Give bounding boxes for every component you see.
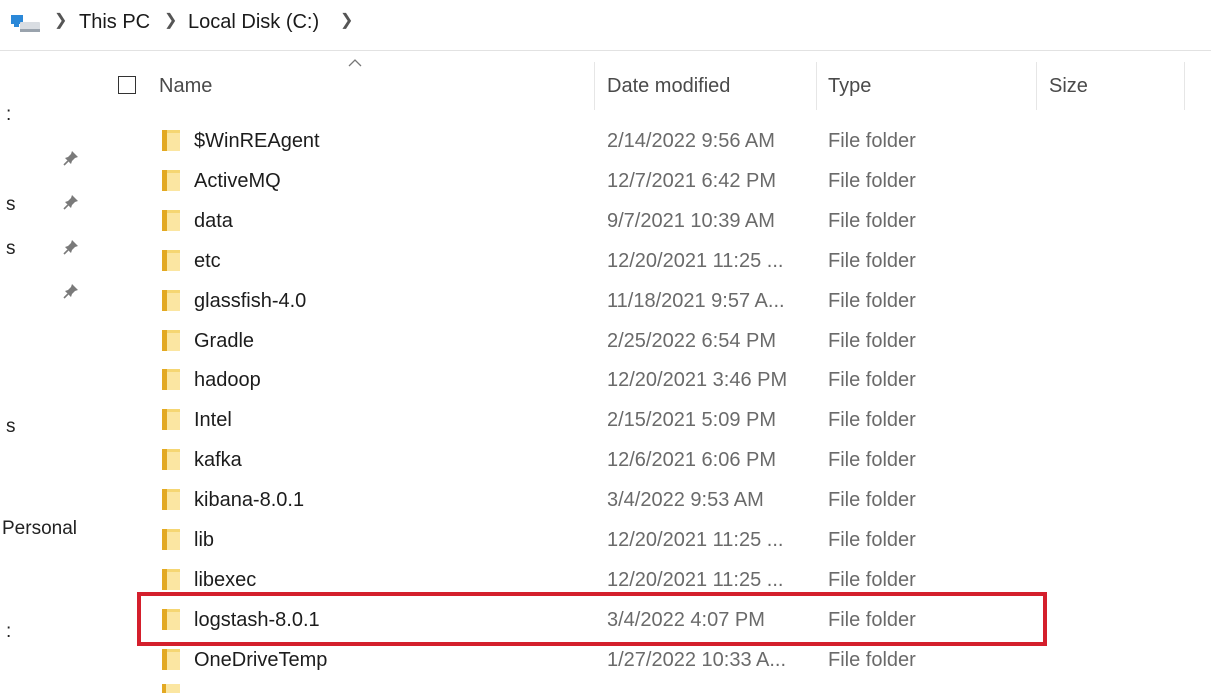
column-header-size[interactable]: Size: [1049, 75, 1088, 98]
file-row[interactable]: Intel 2/15/2021 5:09 PM File folder: [0, 401, 1211, 441]
folder-icon: [162, 568, 180, 590]
folder-icon: [162, 529, 180, 550]
file-type: File folder: [828, 608, 916, 631]
file-row[interactable]: $WinREAgent 2/14/2022 9:56 AM File folder: [0, 122, 1211, 162]
file-date-modified: 12/20/2021 11:25 ...: [607, 568, 784, 591]
file-name[interactable]: kibana-8.0.1: [194, 489, 304, 512]
column-divider[interactable]: [816, 62, 817, 110]
folder-icon: [162, 369, 180, 391]
file-date-modified: 2/15/2021 5:09 PM: [607, 409, 777, 432]
folder-icon: [162, 169, 180, 191]
folder-icon: [162, 409, 180, 431]
folder-icon: [162, 329, 180, 351]
file-name[interactable]: kafka: [194, 449, 242, 472]
file-date-modified: 12/20/2021 11:25 ...: [607, 249, 784, 272]
folder-icon: [162, 648, 180, 670]
file-row[interactable]: etc 12/20/2021 11:25 ... File folder: [0, 242, 1211, 282]
file-type: File folder: [828, 568, 916, 591]
file-name[interactable]: glassfish-4.0: [194, 290, 306, 313]
file-date-modified: 12/20/2021 3:46 PM: [607, 369, 788, 392]
file-name[interactable]: libexec: [194, 569, 256, 592]
file-type: File folder: [828, 648, 916, 671]
file-date-modified: 12/7/2021 6:42 PM: [607, 169, 777, 192]
file-name[interactable]: etc: [194, 250, 221, 273]
file-type: File folder: [828, 529, 916, 551]
file-date-modified: 3/4/2022 9:53 AM: [607, 489, 764, 512]
file-row[interactable]: glassfish-4.0 11/18/2021 9:57 A... File fo…: [0, 282, 1211, 322]
file-row[interactable]: hadoop 12/20/2021 3:46 PM File folder: [0, 361, 1211, 401]
file-type: File folder: [828, 209, 916, 232]
column-divider[interactable]: [594, 62, 595, 110]
file-row[interactable]: libexec 12/20/2021 11:25 ... File folder: [0, 561, 1211, 601]
this-pc-icon[interactable]: [8, 12, 42, 36]
file-date-modified: 9/7/2021 10:39 AM: [607, 209, 775, 232]
file-row[interactable]: logstash-8.0.1 3/4/2022 4:07 PM File folde…: [0, 601, 1211, 641]
file-date-modified: 11/18/2021 9:57 A...: [607, 289, 785, 312]
folder-icon: [162, 489, 180, 511]
column-divider[interactable]: [1036, 62, 1037, 110]
breadcrumb: ❯ This PC ❯ Local Disk (C:) ❯: [0, 0, 1211, 51]
folder-icon: [162, 209, 180, 231]
file-type: File folder: [828, 130, 916, 152]
file-date-modified: 1/27/2022 10:33 A...: [607, 648, 787, 671]
file-type: File folder: [828, 489, 916, 512]
column-header-row: Name Date modified Type Size: [104, 59, 1211, 114]
folder-icon: [162, 289, 180, 311]
select-all-checkbox[interactable]: [118, 76, 136, 94]
file-type: File folder: [828, 169, 916, 192]
file-name[interactable]: data: [194, 210, 233, 233]
file-name[interactable]: OneDriveTemp: [194, 649, 327, 672]
file-date-modified: 3/4/2022 4:07 PM: [607, 608, 765, 631]
file-row[interactable]: kibana-8.0.1 3/4/2022 9:53 AM File folder: [0, 481, 1211, 521]
folder-icon: [162, 684, 180, 693]
file-row[interactable]: lib 12/20/2021 11:25 ... File folder: [0, 521, 1211, 561]
folder-icon: [162, 449, 180, 471]
column-header-date-modified[interactable]: Date modified: [607, 75, 730, 98]
file-row[interactable]: Gradle 2/25/2022 6:54 PM File folder: [0, 322, 1211, 362]
folder-icon: [162, 130, 180, 151]
chevron-right-icon[interactable]: ❯: [54, 10, 67, 30]
file-name[interactable]: Gradle: [194, 330, 254, 353]
folder-icon: [162, 249, 180, 271]
file-row[interactable]: ActiveMQ 12/7/2021 6:42 PM File folder: [0, 162, 1211, 202]
column-header-type[interactable]: Type: [828, 75, 871, 98]
chevron-right-icon[interactable]: ❯: [164, 10, 177, 30]
file-name[interactable]: lib: [194, 529, 214, 552]
file-name[interactable]: ActiveMQ: [194, 170, 281, 193]
breadcrumb-local-disk[interactable]: Local Disk (C:): [188, 11, 319, 34]
file-row[interactable]: data 9/7/2021 10:39 AM File folder: [0, 202, 1211, 242]
file-type: File folder: [828, 329, 916, 352]
file-type: File folder: [828, 249, 916, 272]
folder-icon: [162, 608, 180, 630]
file-name[interactable]: hadoop: [194, 369, 261, 392]
file-date-modified: 12/20/2021 11:25 ...: [607, 529, 784, 551]
file-type: File folder: [828, 289, 916, 312]
chevron-right-icon[interactable]: ❯: [340, 10, 353, 30]
file-row[interactable]: kafka 12/6/2021 6:06 PM File folder: [0, 441, 1211, 481]
file-date-modified: 2/14/2022 9:56 AM: [607, 130, 775, 152]
file-date-modified: 12/6/2021 6:06 PM: [607, 449, 777, 472]
file-name[interactable]: logstash-8.0.1: [194, 609, 320, 632]
file-type: File folder: [828, 409, 916, 432]
file-type: File folder: [828, 449, 916, 472]
column-divider[interactable]: [1184, 62, 1185, 110]
file-name[interactable]: $WinREAgent: [194, 130, 320, 153]
file-date-modified: 2/25/2022 6:54 PM: [607, 329, 777, 352]
file-row[interactable]: OneDriveTemp 1/27/2022 10:33 A... File fol…: [0, 641, 1211, 681]
file-type: File folder: [828, 369, 916, 392]
breadcrumb-this-pc[interactable]: This PC: [79, 11, 150, 34]
file-name[interactable]: Intel: [194, 409, 232, 432]
column-header-name[interactable]: Name: [159, 75, 212, 98]
sort-up-icon: [348, 59, 362, 67]
